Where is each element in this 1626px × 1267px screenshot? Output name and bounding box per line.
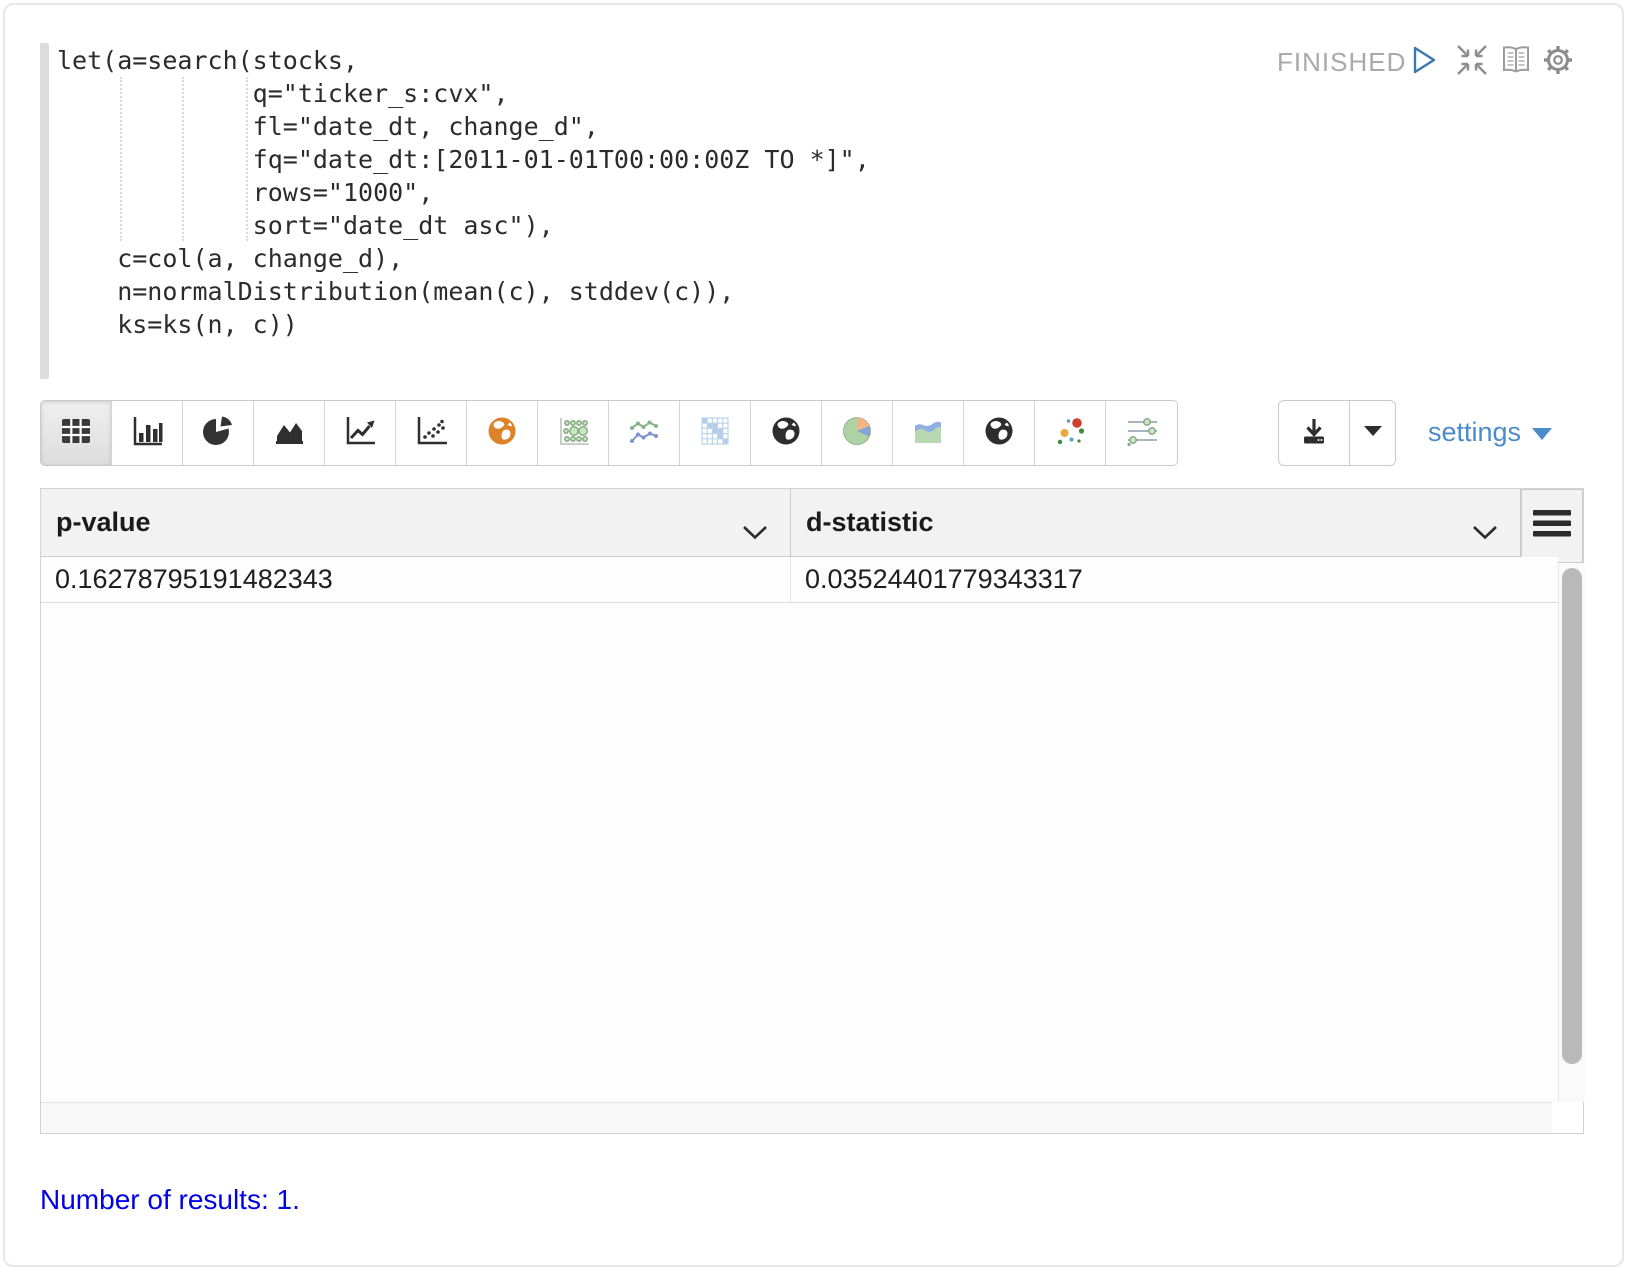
viz-button-map[interactable] [467,401,538,465]
heatmap-icon [697,414,733,453]
globe-dark-icon [981,414,1017,453]
scatter-chart-icon [413,414,449,453]
caret-down-icon [1532,428,1552,440]
column-header-p-value[interactable]: p-value [41,489,791,557]
bar-chart-icon [129,414,165,453]
settings-label: settings [1428,417,1521,448]
download-icon [1296,414,1332,453]
line-chart-icon [342,414,378,453]
bubble-chart-icon [555,414,591,453]
column-header-label: p-value [56,507,151,538]
viz-button-scatter-colored[interactable] [1035,401,1106,465]
table-menu-button[interactable] [1521,489,1583,563]
pie-chart-icon [200,414,236,453]
column-header-label: d-statistic [806,507,934,538]
viz-button-heatmap[interactable] [680,401,751,465]
indent-guide [120,77,122,241]
globe-dark-icon [768,414,804,453]
viz-button-line-chart[interactable] [325,401,396,465]
book-icon [1498,43,1534,82]
viz-button-sliders[interactable] [1106,401,1177,465]
collapse-icon [1454,42,1490,83]
status-badge: FINISHED [1277,47,1406,78]
pie-chart-colored-icon [839,414,875,453]
indent-guide [246,77,248,241]
viz-button-globe-2[interactable] [964,401,1035,465]
viz-button-pie-chart-colored[interactable] [822,401,893,465]
indent-guide [182,77,184,241]
scrollbar-corner [1552,1102,1583,1133]
download-options-button[interactable] [1349,401,1395,465]
paragraph-settings-button[interactable] [1540,44,1576,80]
horizontal-scrollbar[interactable] [41,1102,1552,1133]
download-button[interactable] [1279,401,1349,465]
table-icon [58,414,94,453]
results-count-text: Number of results: 1. [40,1184,300,1216]
vertical-scrollbar-thumb[interactable] [1562,568,1582,1064]
table-cell-d-statistic: 0.03524401779343317 [791,557,1558,603]
chevron-down-icon[interactable] [1472,516,1498,547]
multi-line-chart-icon [626,414,662,453]
viz-button-area-chart-colored[interactable] [893,401,964,465]
download-split-button [1278,400,1396,466]
area-chart-icon [271,414,307,453]
run-paragraph-button[interactable] [1406,44,1442,80]
result-table: p-value d-statistic 0.16278795191482343 … [40,488,1584,1134]
viz-button-bubble-chart[interactable] [538,401,609,465]
viz-button-pie-chart[interactable] [183,401,254,465]
show-editor-button[interactable] [1498,44,1534,80]
table-body: 0.16278795191482343 0.03524401779343317 [41,557,1558,1102]
globe-orange-icon [484,414,520,453]
viz-button-globe[interactable] [751,401,822,465]
sliders-icon [1124,414,1160,453]
chevron-down-icon[interactable] [742,516,768,547]
settings-dropdown[interactable]: settings [1428,404,1552,460]
viz-button-multi-line-chart[interactable] [609,401,680,465]
viz-button-bar-chart[interactable] [112,401,183,465]
area-chart-colored-icon [910,414,946,453]
play-icon [1407,42,1441,83]
vertical-scrollbar[interactable] [1558,563,1585,1102]
viz-button-table[interactable] [41,401,112,465]
collapse-output-button[interactable] [1454,44,1490,80]
hamburger-menu-icon [1532,508,1572,544]
gear-icon [1540,42,1576,83]
scatter-colored-icon [1052,414,1088,453]
code-editor[interactable]: let(a=search(stocks, q="ticker_s:cvx", f… [57,44,870,341]
caret-down-icon [1362,424,1384,442]
viz-toolbar [40,400,1178,466]
column-header-d-statistic[interactable]: d-statistic [791,489,1521,557]
viz-button-area-chart[interactable] [254,401,325,465]
table-cell-p-value: 0.16278795191482343 [41,557,791,603]
viz-button-scatter-chart[interactable] [396,401,467,465]
code-gutter-bar [40,43,49,379]
